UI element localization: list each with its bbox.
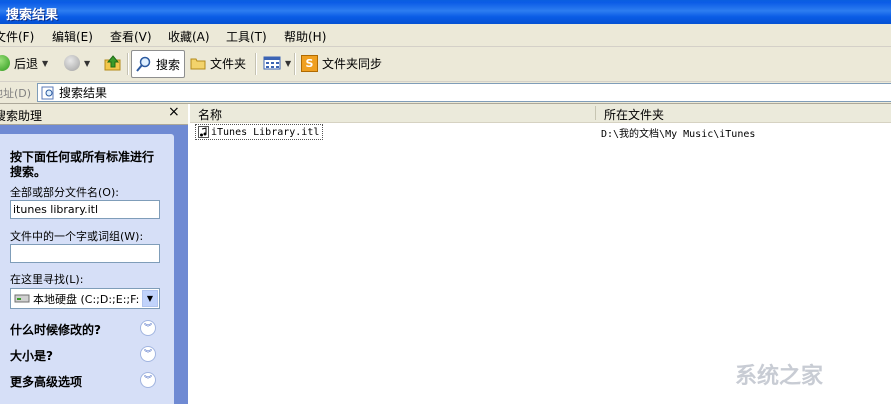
search-prompt: 按下面任何或所有标准进行搜索。 [10, 150, 155, 179]
search-pane-title: 搜索助理 [0, 109, 43, 123]
option-when-modified[interactable]: 什么时候修改的? [10, 321, 101, 338]
expand-double-chevron-icon[interactable]: ︾ [140, 346, 156, 362]
file-name-cell[interactable]: iTunes Library.itl [195, 124, 324, 140]
column-in-folder[interactable]: 所在文件夹 [604, 106, 664, 123]
menu-favorites[interactable]: 收藏(A) [168, 28, 210, 45]
back-dropdown-icon[interactable]: ▼ [42, 59, 48, 68]
search-button[interactable]: 搜索 [131, 50, 186, 78]
toolbar: 后退 ▼ ▼ 搜索 文件夹 ▼ S 文件夹同步 [0, 47, 891, 82]
forward-arrow-icon [64, 55, 80, 71]
search-assistant-pane: 搜索助理 × 按下面任何或所有标准进行搜索。 全部或部分文件名(O): itun… [0, 104, 188, 404]
word-phrase-input[interactable] [10, 244, 160, 263]
toolbar-separator [127, 53, 129, 75]
window-title: 搜索结果 [6, 8, 59, 23]
title-bar: 搜索结果 [0, 0, 891, 24]
close-icon[interactable]: × [168, 104, 180, 120]
column-divider[interactable] [595, 106, 596, 120]
toolbar-separator [255, 53, 257, 75]
filename-input[interactable]: itunes library.itl [10, 200, 160, 219]
hard-drive-icon [14, 294, 30, 303]
forward-button[interactable]: ▼ [64, 52, 90, 74]
option-advanced[interactable]: 更多高级选项 [10, 373, 82, 390]
menu-view[interactable]: 查看(V) [110, 28, 152, 45]
folder-icon [190, 58, 206, 70]
forward-dropdown-icon[interactable]: ▼ [84, 59, 90, 68]
folders-button[interactable]: 文件夹 [190, 52, 246, 74]
folder-up-icon [104, 55, 121, 71]
address-bar: 地址(D) 搜索结果 [0, 82, 891, 104]
menu-edit[interactable]: 编辑(E) [52, 28, 93, 45]
watermark: 系统之家 [735, 364, 824, 389]
folder-sync-label: 文件夹同步 [322, 56, 383, 71]
views-icon [263, 56, 281, 70]
filename-label: 全部或部分文件名(O): [10, 186, 119, 199]
search-pane-header: 搜索助理 × [0, 104, 188, 125]
search-icon [136, 56, 151, 72]
sync-icon: S [301, 54, 318, 72]
expand-double-chevron-icon[interactable]: ︾ [140, 320, 156, 336]
menu-tools[interactable]: 工具(T) [226, 28, 267, 45]
views-dropdown-icon[interactable]: ▼ [285, 59, 291, 68]
address-input[interactable]: 搜索结果 [37, 83, 891, 102]
chevron-down-icon[interactable]: ▼ [142, 290, 158, 307]
table-row[interactable]: iTunes Library.itl D:\我的文档\My Music\iTun… [195, 124, 885, 140]
menu-file[interactable]: 文件(F) [0, 28, 34, 45]
music-file-icon [198, 126, 209, 138]
toolbar-separator [294, 53, 296, 75]
word-phrase-label: 文件中的一个字或词组(W): [10, 230, 144, 243]
menu-bar: 文件(F) 编辑(E) 查看(V) 收藏(A) 工具(T) 帮助(H) [0, 24, 891, 47]
back-arrow-icon [0, 55, 10, 71]
file-name: iTunes Library.itl [211, 126, 320, 138]
back-button[interactable]: 后退 ▼ [0, 52, 48, 74]
views-button[interactable]: ▼ [263, 52, 291, 74]
look-in-label: 在这里寻找(L): [10, 273, 84, 286]
menu-help[interactable]: 帮助(H) [284, 28, 326, 45]
look-in-value: 本地硬盘 (C:;D:;E:;F: [33, 293, 140, 306]
address-label: 地址(D) [0, 87, 32, 100]
search-label: 搜索 [156, 57, 181, 72]
folder-sync-button[interactable]: S 文件夹同步 [301, 52, 382, 74]
look-in-select[interactable]: 本地硬盘 (C:;D:;E:;F: ▼ [10, 288, 160, 309]
option-size[interactable]: 大小是? [10, 347, 53, 364]
up-button[interactable] [104, 52, 122, 74]
column-name[interactable]: 名称 [198, 106, 222, 123]
folders-label: 文件夹 [210, 56, 247, 71]
search-criteria-panel: 按下面任何或所有标准进行搜索。 全部或部分文件名(O): itunes libr… [0, 134, 174, 404]
results-column-header: 名称 所在文件夹 [190, 104, 891, 123]
address-value: 搜索结果 [59, 86, 108, 100]
expand-double-chevron-icon[interactable]: ︾ [140, 372, 156, 388]
back-label: 后退 [14, 56, 39, 71]
search-results-icon [41, 86, 54, 99]
file-folder-cell: D:\我的文档\My Music\iTunes [601, 129, 756, 140]
